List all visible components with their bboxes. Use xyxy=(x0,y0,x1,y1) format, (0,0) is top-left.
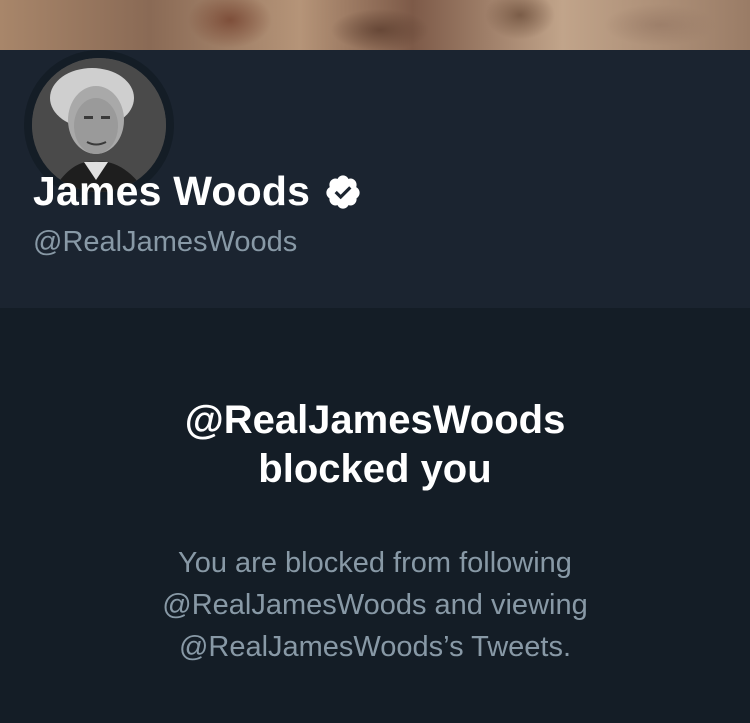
verified-badge-icon xyxy=(324,173,362,211)
profile-header: James Woods @RealJamesWoods xyxy=(0,50,750,308)
blocked-desc-line-1: You are blocked from following xyxy=(178,547,572,579)
name-row: James Woods xyxy=(33,168,362,215)
blocked-title-text: blocked you xyxy=(258,447,492,491)
profile-banner-image[interactable] xyxy=(0,0,750,50)
profile-page: James Woods @RealJamesWoods @RealJamesWo… xyxy=(0,0,750,723)
blocked-title-handle: @RealJamesWoods xyxy=(184,398,566,442)
display-name: James Woods xyxy=(33,168,311,214)
blocked-description: You are blocked from following @RealJame… xyxy=(0,542,750,668)
blocked-desc-line-3: @RealJamesWoods’s Tweets. xyxy=(178,631,572,663)
blocked-title: @RealJamesWoods blocked you xyxy=(0,396,750,494)
profile-handle: @RealJamesWoods xyxy=(33,226,298,258)
blocked-notice: @RealJamesWoods blocked you You are bloc… xyxy=(0,308,750,723)
blocked-desc-line-2: @RealJamesWoods and viewing xyxy=(162,589,588,621)
